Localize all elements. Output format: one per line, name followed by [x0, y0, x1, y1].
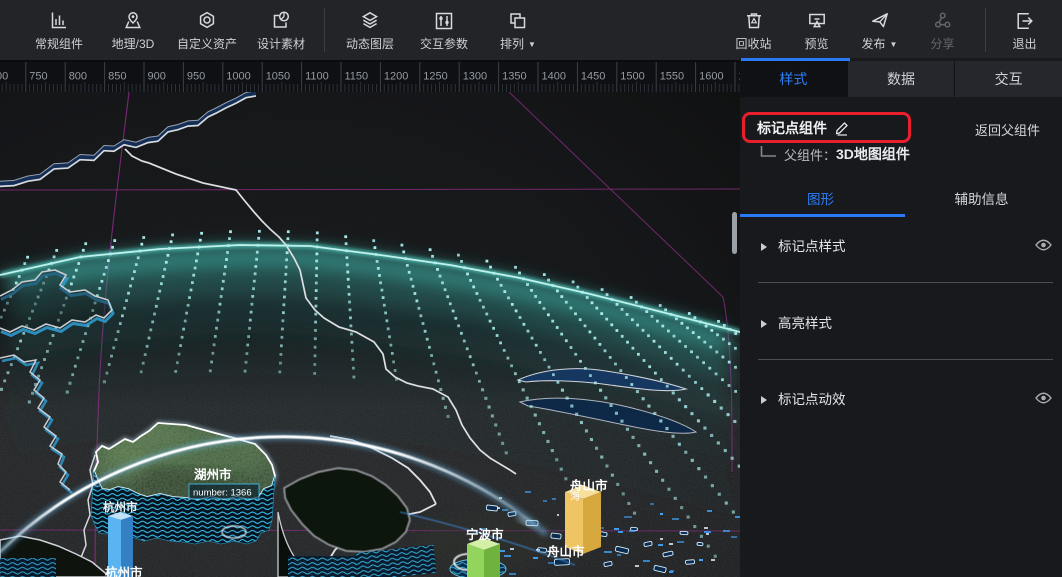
svg-text:850: 850 — [108, 71, 126, 83]
svg-text:1150: 1150 — [345, 71, 369, 83]
svg-text:number: 1366: number: 1366 — [193, 488, 252, 499]
svg-text:1050: 1050 — [266, 71, 290, 83]
svg-text:900: 900 — [148, 71, 166, 83]
svg-text:1500: 1500 — [620, 71, 644, 83]
svg-text:1200: 1200 — [384, 71, 408, 83]
svg-text:杭州市: 杭州市 — [105, 565, 143, 577]
svg-text:1350: 1350 — [502, 71, 526, 83]
svg-text:1300: 1300 — [463, 71, 487, 83]
svg-text:舟山市: 舟山市 — [570, 478, 608, 493]
svg-text:1600: 1600 — [699, 71, 723, 83]
svg-text:700: 700 — [0, 71, 8, 83]
svg-text:宁波市: 宁波市 — [466, 527, 504, 542]
svg-text:800: 800 — [69, 71, 87, 83]
svg-text:950: 950 — [187, 71, 205, 83]
svg-text:湖州市: 湖州市 — [194, 467, 232, 482]
svg-text:1100: 1100 — [305, 71, 329, 83]
svg-text:1250: 1250 — [423, 71, 447, 83]
svg-text:1450: 1450 — [581, 71, 605, 83]
svg-text:1400: 1400 — [542, 71, 566, 83]
svg-text:舟山市: 舟山市 — [547, 544, 585, 559]
svg-text:1550: 1550 — [660, 71, 684, 83]
svg-text:杭州市: 杭州市 — [103, 500, 138, 514]
svg-text:1000: 1000 — [226, 71, 250, 83]
svg-text:750: 750 — [29, 71, 47, 83]
